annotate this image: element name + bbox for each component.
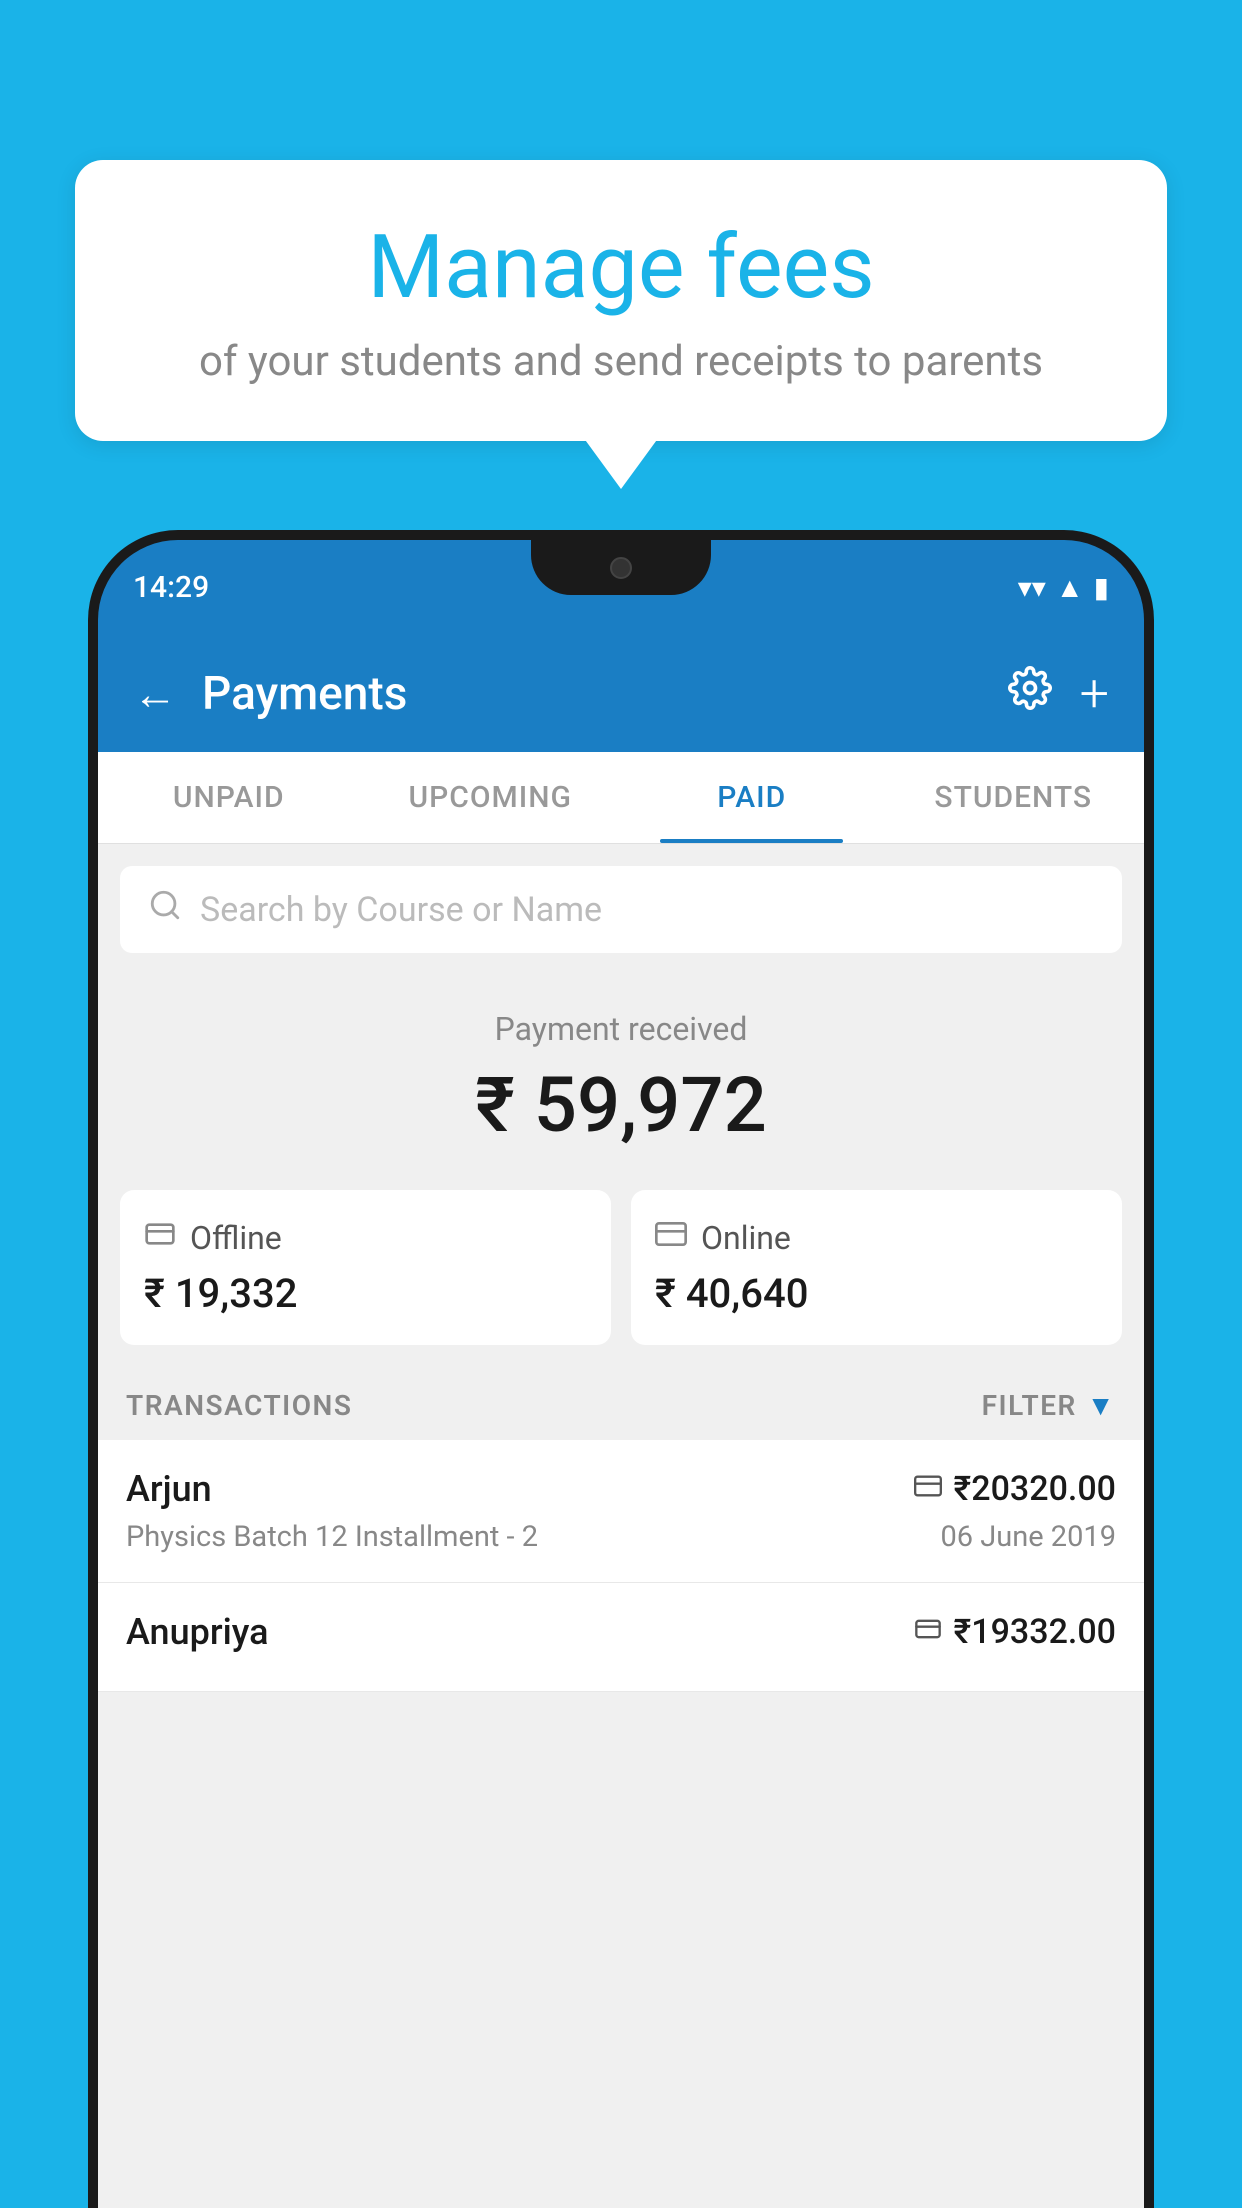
- filter-icon: ▼: [1087, 1389, 1116, 1422]
- wifi-icon: ▾▾: [1018, 571, 1046, 604]
- offline-icon: [144, 1218, 176, 1258]
- offline-payment-card: Offline ₹ 19,332: [120, 1190, 611, 1345]
- camera: [610, 557, 632, 579]
- transaction-course: Physics Batch 12 Installment - 2: [126, 1520, 538, 1554]
- transaction-amount-wrap: ₹20320.00: [914, 1469, 1116, 1509]
- payment-cards: Offline ₹ 19,332 Online ₹ 4: [98, 1170, 1144, 1365]
- filter-label: FILTER: [982, 1389, 1077, 1422]
- transaction-row1: Arjun ₹20320.00: [126, 1468, 1116, 1510]
- search-bar[interactable]: Search by Course or Name: [120, 866, 1122, 953]
- transaction-name-2: Anupriya: [126, 1611, 269, 1653]
- online-payment-card: Online ₹ 40,640: [631, 1190, 1122, 1345]
- payment-received-label: Payment received: [118, 1010, 1124, 1048]
- phone-inner: 14:29 ▾▾ ▲ ▮ ← Payments: [98, 540, 1144, 2208]
- payment-received-amount: ₹ 59,972: [118, 1060, 1124, 1150]
- tab-paid[interactable]: PAID: [621, 752, 883, 843]
- online-label: Online: [701, 1219, 791, 1257]
- tabs-bar: UNPAID UPCOMING PAID STUDENTS: [98, 752, 1144, 844]
- bubble-subtitle: of your students and send receipts to pa…: [125, 337, 1117, 386]
- transaction-date: 06 June 2019: [940, 1520, 1116, 1554]
- bubble-title: Manage fees: [125, 220, 1117, 317]
- back-button[interactable]: ←: [133, 668, 177, 720]
- status-bar: 14:29 ▾▾ ▲ ▮: [98, 540, 1144, 635]
- page-title: Payments: [202, 667, 407, 721]
- notch: [531, 540, 711, 595]
- transaction-row2: Physics Batch 12 Installment - 2 06 June…: [126, 1520, 1116, 1554]
- battery-icon: ▮: [1094, 571, 1109, 604]
- offline-amount: ₹ 19,332: [144, 1270, 587, 1317]
- online-card-header: Online: [655, 1218, 1098, 1258]
- app-header: ← Payments +: [98, 635, 1144, 752]
- payment-received-section: Payment received ₹ 59,972: [98, 975, 1144, 1170]
- rupee-icon: [914, 1615, 942, 1650]
- status-time: 14:29: [133, 570, 209, 605]
- status-icons: ▾▾ ▲ ▮: [1018, 571, 1109, 604]
- transaction-item-arjun[interactable]: Arjun ₹20320.00 Physics Batch 12 Install…: [98, 1440, 1144, 1583]
- online-amount: ₹ 40,640: [655, 1270, 1098, 1317]
- search-icon: [148, 888, 182, 931]
- offline-label: Offline: [190, 1219, 282, 1257]
- card-icon: [914, 1472, 942, 1507]
- tab-unpaid[interactable]: UNPAID: [98, 752, 360, 843]
- app-screen: ← Payments + UNPAID: [98, 635, 1144, 2208]
- phone-frame: 14:29 ▾▾ ▲ ▮ ← Payments: [88, 530, 1154, 2208]
- filter-button[interactable]: FILTER ▼: [982, 1389, 1116, 1422]
- tab-upcoming[interactable]: UPCOMING: [360, 752, 622, 843]
- settings-icon[interactable]: [1008, 666, 1052, 721]
- transaction-item-anupriya[interactable]: Anupriya ₹19332.00: [98, 1583, 1144, 1692]
- header-right: +: [1008, 663, 1109, 724]
- search-placeholder: Search by Course or Name: [200, 890, 602, 930]
- tab-students[interactable]: STUDENTS: [883, 752, 1145, 843]
- signal-icon: ▲: [1056, 571, 1084, 604]
- add-button[interactable]: +: [1080, 663, 1109, 724]
- transaction-amount-2: ₹19332.00: [954, 1612, 1116, 1652]
- transaction-amount-wrap-2: ₹19332.00: [914, 1612, 1116, 1652]
- online-icon: [655, 1218, 687, 1258]
- speech-bubble: Manage fees of your students and send re…: [75, 160, 1167, 441]
- transactions-header: TRANSACTIONS FILTER ▼: [98, 1365, 1144, 1440]
- transactions-label: TRANSACTIONS: [126, 1389, 352, 1422]
- offline-card-header: Offline: [144, 1218, 587, 1258]
- transaction-amount: ₹20320.00: [954, 1469, 1116, 1509]
- transaction-name: Arjun: [126, 1468, 212, 1510]
- header-left: ← Payments: [133, 667, 407, 721]
- transaction-row1-2: Anupriya ₹19332.00: [126, 1611, 1116, 1653]
